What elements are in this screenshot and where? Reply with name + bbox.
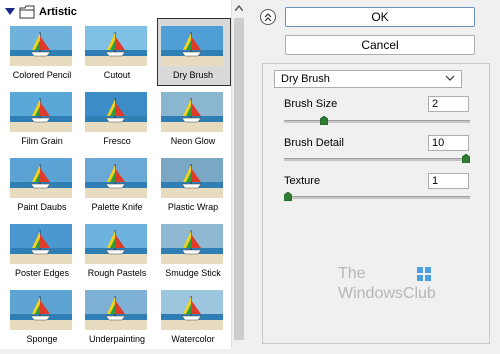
filter-thumbnail-label: Cutout — [103, 70, 131, 80]
filter-thumbnail[interactable]: Watercolor — [157, 290, 229, 354]
filter-thumbnail[interactable]: Rough Pastels — [81, 224, 153, 288]
filter-thumbnail-label: Rough Pastels — [87, 268, 147, 278]
filter-thumbnail[interactable]: Neon Glow — [157, 92, 229, 156]
filter-parameters: Brush Size 2 Brush Detail 10 Texture 1 — [281, 92, 471, 207]
filter-thumbnail[interactable]: Smudge Stick — [157, 224, 229, 288]
filter-preview-image — [161, 224, 223, 264]
filter-preview-image — [10, 158, 72, 198]
filter-thumbnail[interactable]: Paint Daubs — [6, 158, 78, 222]
filter-thumbnail-label: Fresco — [103, 136, 131, 146]
filter-thumbnail[interactable]: Colored Pencil — [6, 26, 78, 90]
filter-thumbnail-label: Paint Daubs — [17, 202, 67, 212]
filter-preview-image — [85, 158, 147, 198]
brush-size-label: Brush Size — [284, 98, 338, 110]
filter-preview-image — [85, 26, 147, 66]
filter-preview-image — [161, 158, 223, 198]
filter-gallery: Artistic Colored Pencil Cutout Dry Brush Fi… — [0, 0, 246, 349]
texture-slider-thumb[interactable] — [283, 191, 293, 202]
chevron-down-icon — [445, 73, 455, 86]
filter-thumbnail[interactable]: Cutout — [81, 26, 153, 90]
folder-icon — [19, 5, 35, 19]
filter-thumbnail[interactable]: Palette Knife — [81, 158, 153, 222]
filter-thumbnail[interactable]: Dry Brush — [157, 18, 231, 90]
cancel-button[interactable]: Cancel — [285, 35, 475, 55]
windows-logo-icon — [416, 266, 432, 288]
filter-preview-image — [161, 92, 223, 132]
filter-preview-image — [85, 290, 147, 330]
ok-button[interactable]: OK — [285, 7, 475, 27]
expand-triangle-icon[interactable] — [3, 5, 17, 19]
brush-detail-field[interactable]: 10 — [428, 135, 469, 151]
filter-preview-image — [161, 26, 223, 66]
filter-preview-image — [85, 224, 147, 264]
brush-size-slider-thumb[interactable] — [319, 115, 328, 126]
filter-thumbnail[interactable]: Film Grain — [6, 92, 78, 156]
watermark-line-1: The — [338, 265, 366, 282]
filter-thumbnail-label: Watercolor — [171, 334, 215, 344]
filter-thumbnail-label: Neon Glow — [170, 136, 216, 146]
watermark-line-2: WindowsClub — [338, 285, 436, 302]
filter-thumbnail-label: Film Grain — [21, 136, 63, 146]
filter-select-value: Dry Brush — [281, 73, 330, 85]
filter-preview-image — [85, 92, 147, 132]
filter-preview-image — [10, 92, 72, 132]
scroll-thumb[interactable] — [234, 18, 244, 340]
collapse-gallery-button[interactable] — [260, 9, 276, 25]
filter-thumbnail[interactable]: Sponge — [6, 290, 78, 354]
filter-thumbnail-label: Plastic Wrap — [167, 202, 219, 212]
filter-preview-image — [10, 26, 72, 66]
filter-thumbnail-label: Palette Knife — [91, 202, 143, 212]
scroll-up-arrow-icon[interactable] — [233, 2, 245, 14]
filter-thumbnail-label: Poster Edges — [14, 268, 70, 278]
filter-thumbnail-label: Dry Brush — [172, 70, 213, 80]
filter-preview-image — [10, 224, 72, 264]
filter-select[interactable]: Dry Brush — [274, 70, 462, 88]
filter-thumbnail-label: Colored Pencil — [12, 70, 72, 80]
filter-thumbnail[interactable]: Poster Edges — [6, 224, 78, 288]
category-label: Artistic — [39, 6, 77, 18]
filter-thumbnail-label: Smudge Stick — [165, 268, 221, 278]
brush-detail-slider-thumb[interactable] — [461, 153, 471, 164]
filter-preview-image — [161, 290, 223, 330]
texture-label: Texture — [284, 175, 321, 187]
brush-detail-slider[interactable] — [284, 153, 471, 164]
watermark: The WindowsClub — [338, 264, 458, 308]
filter-thumbnail[interactable]: Underpainting — [81, 290, 153, 354]
gallery-scrollbar[interactable] — [231, 0, 246, 349]
filter-preview-image — [10, 290, 72, 330]
brush-size-field[interactable]: 2 — [428, 96, 469, 112]
filter-thumbnail[interactable]: Fresco — [81, 92, 153, 156]
brush-size-slider[interactable] — [284, 115, 470, 126]
filter-thumbnail-label: Sponge — [26, 334, 58, 344]
texture-slider[interactable] — [283, 191, 470, 202]
brush-detail-label: Brush Detail — [284, 137, 344, 149]
filter-thumbnail[interactable]: Plastic Wrap — [157, 158, 229, 222]
filter-thumbnail-label: Underpainting — [88, 334, 146, 344]
texture-field[interactable]: 1 — [428, 173, 469, 189]
